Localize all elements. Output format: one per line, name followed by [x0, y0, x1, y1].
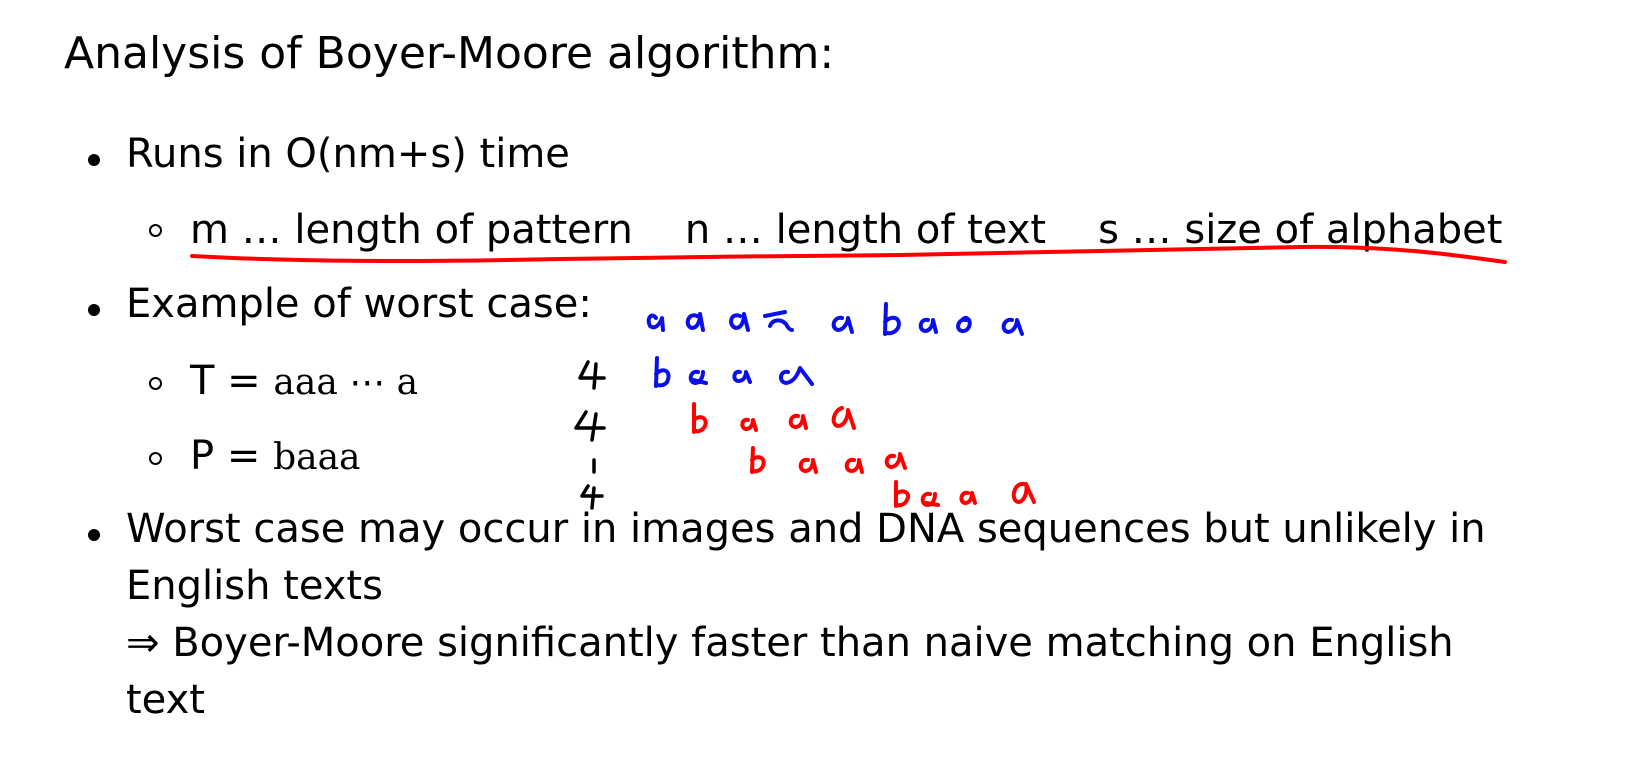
- definitions-line: m … length of pattern n … length of text s…: [190, 201, 1502, 259]
- handwritten-shift-counts: [574, 360, 606, 510]
- pattern-definition: P = baaa: [190, 427, 361, 487]
- conclusion-line1: ⇒ Boyer-Moore significantly faster than …: [126, 620, 1454, 666]
- pattern-label: P =: [190, 433, 274, 479]
- bullet-worst-case-line1: Worst case may occur in images and DNA s…: [126, 506, 1486, 552]
- text-label: T =: [190, 358, 274, 404]
- text-value: aaa ⋯ a: [273, 362, 419, 403]
- text-definition: T = aaa ⋯ a: [190, 352, 418, 412]
- bullet-worst-case-line2: English texts: [126, 563, 383, 609]
- bullet-worst-case-example: Example of worst case:: [126, 281, 592, 327]
- sub-bullet-ring: [149, 452, 162, 465]
- definition-s: s … size of alphabet: [1098, 207, 1503, 253]
- slide-title: Analysis of Boyer-Moore algorithm:: [64, 28, 835, 79]
- sub-bullet-ring: [149, 377, 162, 390]
- pattern-value: baaa: [273, 437, 361, 478]
- bullet-dot: [88, 154, 100, 166]
- sub-bullet-ring: [149, 224, 162, 237]
- bullet-dot: [88, 529, 100, 541]
- definition-n: n … length of text: [684, 207, 1047, 253]
- handwritten-text-row: [646, 302, 1024, 336]
- definition-m: m … length of pattern: [190, 207, 633, 253]
- handwritten-pattern-row-3: [750, 446, 907, 474]
- handwritten-pattern-row-2: [692, 402, 856, 434]
- conclusion-line2: text: [126, 677, 205, 723]
- bullet-runs-time: Runs in O(nm+s) time: [126, 131, 570, 177]
- slide: Analysis of Boyer-Moore algorithm: Runs …: [0, 0, 1634, 773]
- bullet-dot: [88, 304, 100, 316]
- handwritten-pattern-row-1: [654, 356, 814, 388]
